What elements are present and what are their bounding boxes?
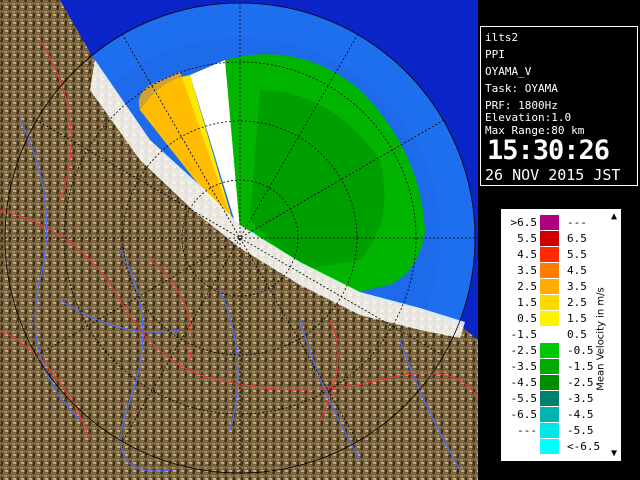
task-label: Task: OYAMA bbox=[485, 82, 558, 95]
legend-color-swatch bbox=[540, 343, 559, 358]
legend-color-swatch bbox=[540, 295, 559, 310]
legend-low-value: --- bbox=[517, 424, 537, 437]
legend-color-swatch bbox=[540, 231, 559, 246]
legend-color-swatch bbox=[540, 263, 559, 278]
legend-high-value: 6.5 bbox=[567, 232, 587, 245]
legend-high-value: 0.5 bbox=[567, 328, 587, 341]
date-display: 26 NOV 2015 JST bbox=[485, 166, 621, 184]
legend-low-value: -1.5 bbox=[510, 328, 538, 341]
legend-high-value: 2.5 bbox=[567, 296, 587, 309]
legend-low-value: 5.5 bbox=[517, 232, 537, 245]
legend-low-value: -4.5 bbox=[510, 376, 538, 389]
legend-low-value: >6.5 bbox=[510, 216, 538, 229]
velocity-legend: >6.5 --- 5.5 6.5 4.5 5.5 3.5 4.5 2.5 3.5 1.5 2.5 0.5… bbox=[500, 208, 622, 462]
time-display: 15:30:26 bbox=[487, 135, 610, 166]
legend-color-swatch bbox=[540, 327, 559, 342]
legend-color-swatch bbox=[540, 391, 559, 406]
legend-color-swatch bbox=[540, 375, 559, 390]
legend-high-value: 3.5 bbox=[567, 280, 587, 293]
elevation-label: Elevation:1.0 bbox=[485, 111, 572, 124]
legend-color-swatch bbox=[540, 215, 559, 230]
legend-low-value: 1.5 bbox=[517, 296, 537, 309]
legend-low-value: 4.5 bbox=[517, 248, 537, 261]
legend-color-swatch bbox=[540, 407, 559, 422]
legend-color-swatch bbox=[540, 247, 559, 262]
legend-down-arrow-icon[interactable]: ▼ bbox=[611, 448, 617, 459]
legend-color-swatch bbox=[540, 439, 559, 454]
legend-high-value: 4.5 bbox=[567, 264, 587, 277]
product-label: PPI bbox=[485, 48, 505, 61]
legend-low-value: -2.5 bbox=[510, 344, 538, 357]
legend-low-value: -5.5 bbox=[510, 392, 538, 405]
legend-title: Mean Velocity in m/s bbox=[595, 287, 607, 391]
legend-low-value: 3.5 bbox=[517, 264, 537, 277]
legend-color-swatch bbox=[540, 359, 559, 374]
user-label: ilts2 bbox=[485, 31, 519, 44]
legend-color-swatch bbox=[540, 423, 559, 438]
legend-low-value: -3.5 bbox=[510, 360, 538, 373]
legend-high-value: 1.5 bbox=[567, 312, 587, 325]
legend-color-swatch bbox=[540, 311, 559, 326]
legend-low-value: 2.5 bbox=[517, 280, 537, 293]
legend-high-value: 5.5 bbox=[567, 248, 587, 261]
legend-high-value: --- bbox=[567, 216, 587, 229]
legend-low-value: 0.5 bbox=[517, 312, 537, 325]
radar-ppi-display[interactable] bbox=[0, 0, 478, 480]
site-variable-label: OYAMA_V bbox=[485, 65, 532, 78]
legend-low-value: -6.5 bbox=[510, 408, 538, 421]
legend-color-swatch bbox=[540, 279, 559, 294]
info-panel: ilts2 PPI OYAMA_V Task: OYAMA PRF: 1800H… bbox=[480, 26, 638, 186]
